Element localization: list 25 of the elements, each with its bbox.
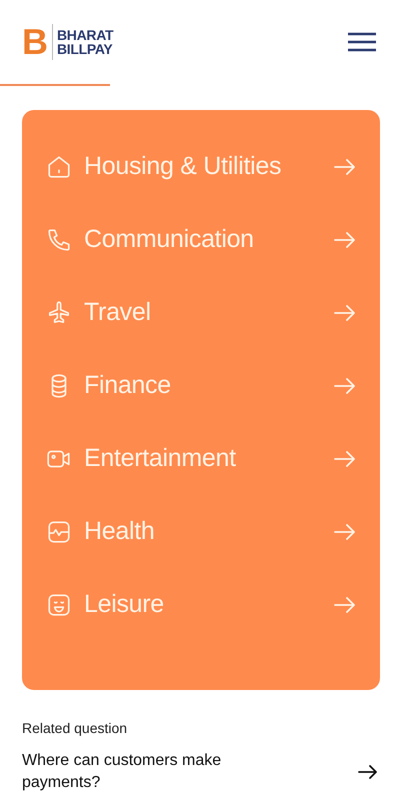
phone-icon (46, 226, 72, 252)
category-item[interactable]: Travel (46, 290, 356, 335)
arrow-icon (334, 524, 356, 540)
category-item[interactable]: Entertainment (46, 436, 356, 481)
category-item[interactable]: Health (46, 509, 356, 554)
plane-icon (46, 300, 72, 326)
arrow-icon (334, 596, 356, 612)
category-item[interactable]: Communication (46, 217, 356, 262)
smile-icon (46, 592, 72, 618)
logo-text: BHARAT BILLPAY (57, 28, 114, 56)
related-question-link[interactable]: Where can customers make payments? (22, 750, 378, 794)
arrow-icon (334, 304, 356, 320)
arrow-icon (334, 158, 356, 174)
arrow-icon (334, 450, 356, 466)
arrow-icon (334, 378, 356, 394)
arrow-icon (358, 765, 378, 779)
menu-icon[interactable] (348, 32, 376, 52)
logo-mark: B (22, 24, 48, 60)
category-item[interactable]: Finance (46, 363, 356, 408)
category-item[interactable]: Leisure (46, 582, 356, 627)
house-icon (46, 154, 72, 180)
pulse-icon (46, 518, 72, 544)
related-heading: Related question (22, 720, 128, 736)
arrow-icon (334, 232, 356, 248)
category-item[interactable]: Housing & Utilities (46, 144, 356, 189)
